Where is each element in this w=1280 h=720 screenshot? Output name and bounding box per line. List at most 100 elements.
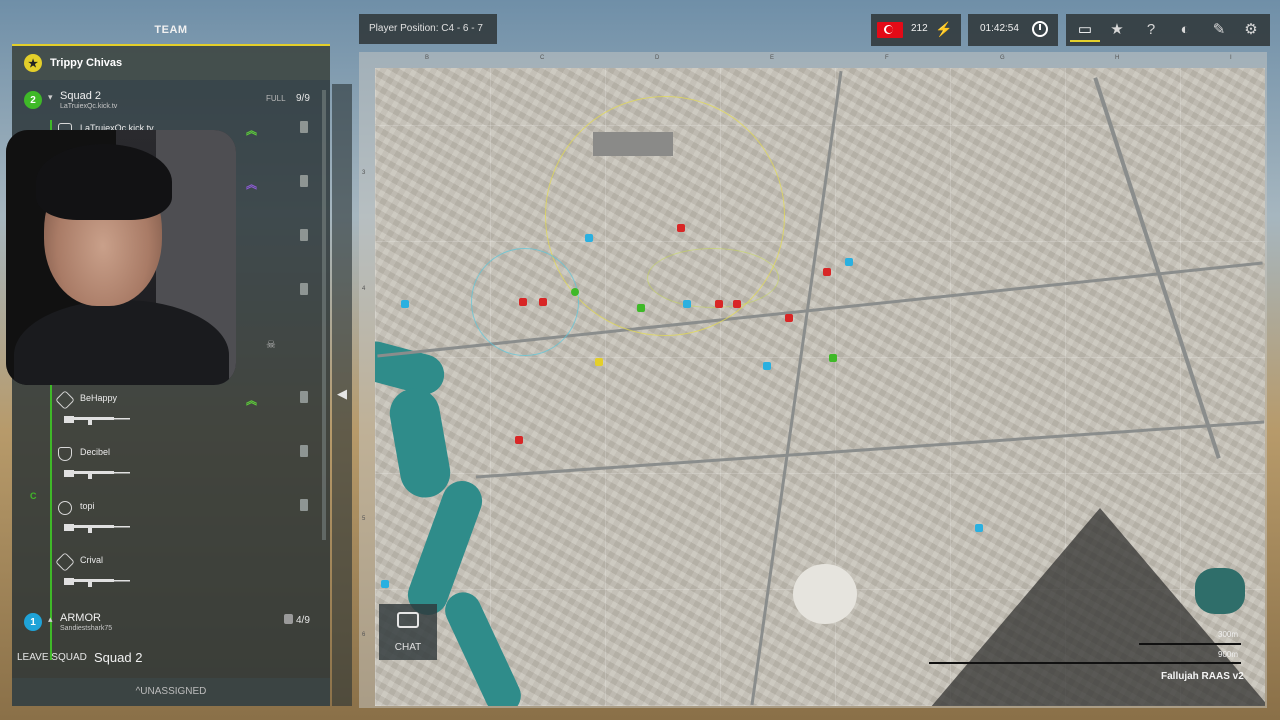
chevron-down-icon[interactable]: ▾	[48, 92, 53, 103]
tickets-count: 212	[911, 23, 928, 34]
unassigned-toggle[interactable]: ^UNASSIGNED	[12, 678, 330, 706]
tickets-box: 212 ⚡	[871, 14, 961, 46]
current-squad-label: Squad 2	[94, 650, 143, 665]
rifle-icon	[64, 416, 130, 425]
tactical-map[interactable]	[375, 68, 1265, 706]
scrollbar[interactable]	[322, 90, 326, 540]
rifle-icon	[64, 470, 130, 479]
col-label: E	[770, 55, 775, 61]
speaker-icon[interactable]	[300, 283, 308, 295]
timer-box: 01:42:54	[968, 14, 1058, 46]
speaker-icon[interactable]	[300, 391, 308, 403]
squad-member[interactable]: BeHappy ︽	[55, 390, 318, 444]
col-label: G	[1000, 55, 1005, 61]
col-label: I	[1230, 55, 1232, 61]
stopwatch-icon	[1032, 21, 1048, 37]
friendly-marker[interactable]	[975, 524, 983, 532]
member-name: Decibel	[80, 447, 111, 457]
river	[385, 384, 455, 502]
chat-bubble-icon	[397, 612, 419, 628]
friendly-marker[interactable]	[585, 234, 593, 242]
chat-icon[interactable]: ▭	[1070, 18, 1100, 42]
lock-icon	[284, 614, 293, 624]
enemy-marker[interactable]	[539, 298, 547, 306]
landmark-pond	[1195, 568, 1245, 614]
chat-button[interactable]: CHAT	[379, 604, 437, 660]
landmark-building	[593, 132, 673, 156]
scale-bar-small	[1139, 643, 1241, 645]
map-name: Fallujah RAAS v2	[1161, 671, 1244, 682]
enemy-marker[interactable]	[733, 300, 741, 308]
armor-squad-row[interactable]: 1 ▴ ARMOR Sandiestshark75 4/9	[12, 610, 330, 646]
map-column-labels: B C D E F G H I	[375, 55, 1265, 65]
friendly-marker[interactable]	[845, 258, 853, 266]
member-name: topi	[80, 501, 95, 511]
row-label: 6	[362, 632, 366, 638]
squad-marker[interactable]	[571, 288, 579, 296]
squad-2-row[interactable]: 2 ▾ Squad 2 LaTruiexQc.kick.tv FULL 9/9	[12, 88, 330, 124]
row-label: 4	[362, 286, 366, 292]
col-label: C	[540, 55, 545, 61]
enemy-marker[interactable]	[515, 436, 523, 444]
col-label: D	[655, 55, 660, 61]
ticket-icon: ⚡	[935, 21, 953, 37]
speaker-icon[interactable]	[300, 175, 308, 187]
squad-member[interactable]: topi	[58, 498, 318, 552]
squad-member[interactable]: Decibel	[58, 444, 318, 498]
friendly-marker[interactable]	[683, 300, 691, 308]
leave-squad-button[interactable]: LEAVE SQUAD	[17, 652, 87, 663]
row-label: 3	[362, 170, 366, 176]
speaker-icon[interactable]	[300, 229, 308, 241]
squad-marker[interactable]	[829, 354, 837, 362]
enemy-marker[interactable]	[715, 300, 723, 308]
squad-marker[interactable]	[637, 304, 645, 312]
river	[439, 586, 527, 706]
enemy-marker[interactable]	[677, 224, 685, 232]
star-icon[interactable]: ★	[1102, 18, 1132, 42]
squad-name: ARMOR	[60, 612, 101, 624]
road	[475, 420, 1265, 479]
friendly-marker[interactable]	[401, 300, 409, 308]
objective-marker[interactable]	[595, 358, 603, 366]
landmark-stadium	[793, 564, 857, 624]
enemy-marker[interactable]	[519, 298, 527, 306]
zone-ellipse	[647, 248, 779, 308]
chat-label: CHAT	[394, 642, 422, 653]
speaker-icon[interactable]	[300, 121, 308, 133]
speaker-icon[interactable]	[300, 499, 308, 511]
rank-chevron-icon: ︽	[246, 179, 257, 191]
enemy-marker[interactable]	[785, 314, 793, 322]
team-header: TEAM	[154, 24, 188, 36]
rifleman-icon	[58, 501, 72, 515]
commander-star-icon: ★	[24, 54, 42, 72]
commander-name: Trippy Chivas	[50, 57, 123, 69]
crewman-icon	[55, 390, 75, 410]
skull-icon: ☠	[266, 339, 276, 351]
commander-row[interactable]: ★ Trippy Chivas	[12, 46, 330, 80]
help-icon[interactable]: ?	[1136, 18, 1166, 42]
friendly-marker[interactable]	[763, 362, 771, 370]
engineer-icon	[55, 552, 75, 572]
scale-large-label: 900m	[1218, 650, 1239, 659]
speaker-icon[interactable]	[300, 445, 308, 457]
chevron-up-icon[interactable]: ▴	[48, 614, 53, 625]
tools-icon[interactable]: ✎	[1204, 18, 1234, 42]
rifle-icon	[64, 524, 130, 533]
col-label: H	[1115, 55, 1120, 61]
enemy-marker[interactable]	[823, 268, 831, 276]
scale-bar-large	[929, 662, 1241, 664]
map-row-labels: 3 4 5 6	[360, 68, 372, 708]
squad-count: 9/9	[296, 93, 310, 104]
squad-letter: C	[30, 491, 37, 501]
rank-chevron-icon: ︽	[246, 125, 257, 137]
squad-member[interactable]: Crival	[55, 552, 318, 606]
member-name: BeHappy	[80, 393, 118, 403]
voice-help-icon[interactable]: ◐	[1170, 18, 1200, 42]
unassigned-label: UNASSIGNED	[140, 686, 207, 697]
squad-number-badge: 2	[24, 91, 42, 109]
collapse-arrow-icon[interactable]: ◀	[337, 386, 347, 402]
turkey-flag-icon	[877, 22, 903, 38]
squad-name: Squad 2	[60, 90, 101, 102]
friendly-marker[interactable]	[381, 580, 389, 588]
gear-icon[interactable]: ⚙	[1236, 18, 1266, 42]
